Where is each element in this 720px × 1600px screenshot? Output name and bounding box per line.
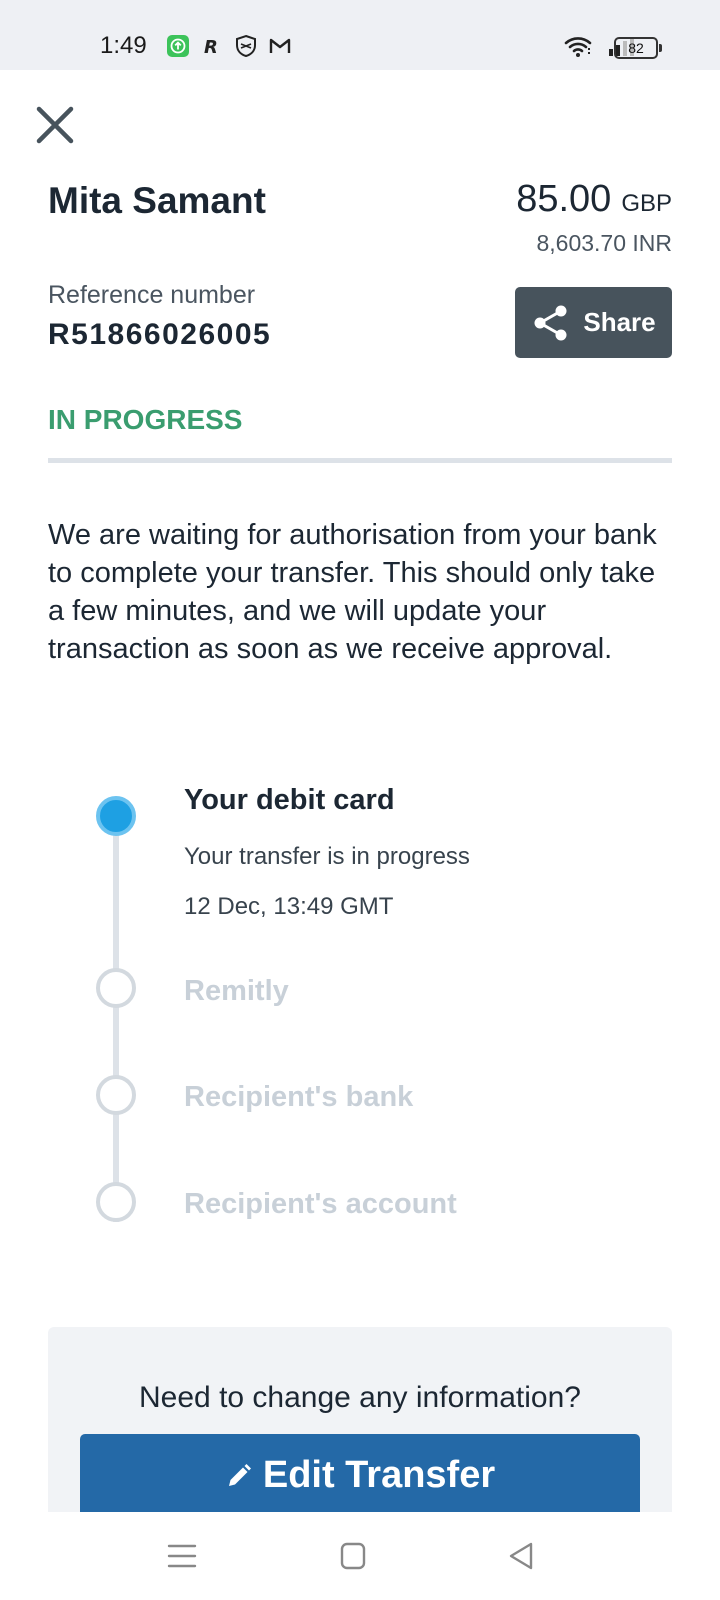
notification-icons: R <box>166 34 292 58</box>
share-icon <box>534 305 567 340</box>
change-question: Need to change any information? <box>139 1381 581 1414</box>
recipient-name: Mita Samant <box>48 180 266 221</box>
share-button[interactable]: Share <box>515 287 672 358</box>
battery-icon: 82 <box>614 37 662 59</box>
status-badge: IN PROGRESS <box>48 404 243 435</box>
timeline-node-pending <box>96 1182 136 1222</box>
share-label: Share <box>583 307 656 337</box>
edit-transfer-label: Edit Transfer <box>262 1454 496 1496</box>
battery-level: 82 <box>628 40 644 56</box>
shield-app-icon <box>234 34 258 58</box>
status-bar: 1:49 R 82 <box>0 0 720 70</box>
timeline-step-title: Recipient's bank <box>184 1081 414 1113</box>
amount-currency: GBP <box>621 190 672 217</box>
timeline-node-active <box>96 796 136 836</box>
timeline-node-pending <box>96 968 136 1008</box>
timeline-step-subtitle: Your transfer is in progress <box>184 843 470 870</box>
status-time: 1:49 <box>100 32 147 59</box>
home-icon[interactable] <box>333 1538 373 1574</box>
close-icon <box>36 106 74 144</box>
system-nav-bar <box>0 1512 720 1600</box>
edit-transfer-button[interactable]: Edit Transfer <box>80 1434 640 1517</box>
pencil-icon <box>228 1463 251 1486</box>
amount-sent: 85.00 GBP <box>516 178 672 221</box>
divider <box>48 458 672 463</box>
r-app-icon: R <box>200 34 224 58</box>
timeline-line <box>113 830 119 1222</box>
back-icon[interactable] <box>502 1538 542 1574</box>
amount-value: 85.00 <box>516 178 612 220</box>
timeline-step-title: Your debit card <box>184 784 395 816</box>
svg-text:R: R <box>204 37 218 58</box>
close-button[interactable] <box>34 104 76 146</box>
timeline-node-pending <box>96 1075 136 1115</box>
upload-app-icon <box>166 34 190 58</box>
reference-number: R51866026005 <box>48 318 272 351</box>
change-info-card: Need to change any information? Edit Tra… <box>48 1327 672 1517</box>
converted-amount: 8,603.70 INR <box>536 230 672 256</box>
gmail-icon <box>268 34 292 58</box>
reference-label: Reference number <box>48 281 256 309</box>
timeline-step-timestamp: 12 Dec, 13:49 GMT <box>184 893 394 920</box>
menu-icon[interactable] <box>162 1538 202 1574</box>
timeline-step-title: Recipient's account <box>184 1188 457 1220</box>
wifi-icon <box>564 34 594 63</box>
status-description: We are waiting for authorisation from yo… <box>48 519 657 665</box>
timeline-step-title: Remitly <box>184 975 289 1007</box>
